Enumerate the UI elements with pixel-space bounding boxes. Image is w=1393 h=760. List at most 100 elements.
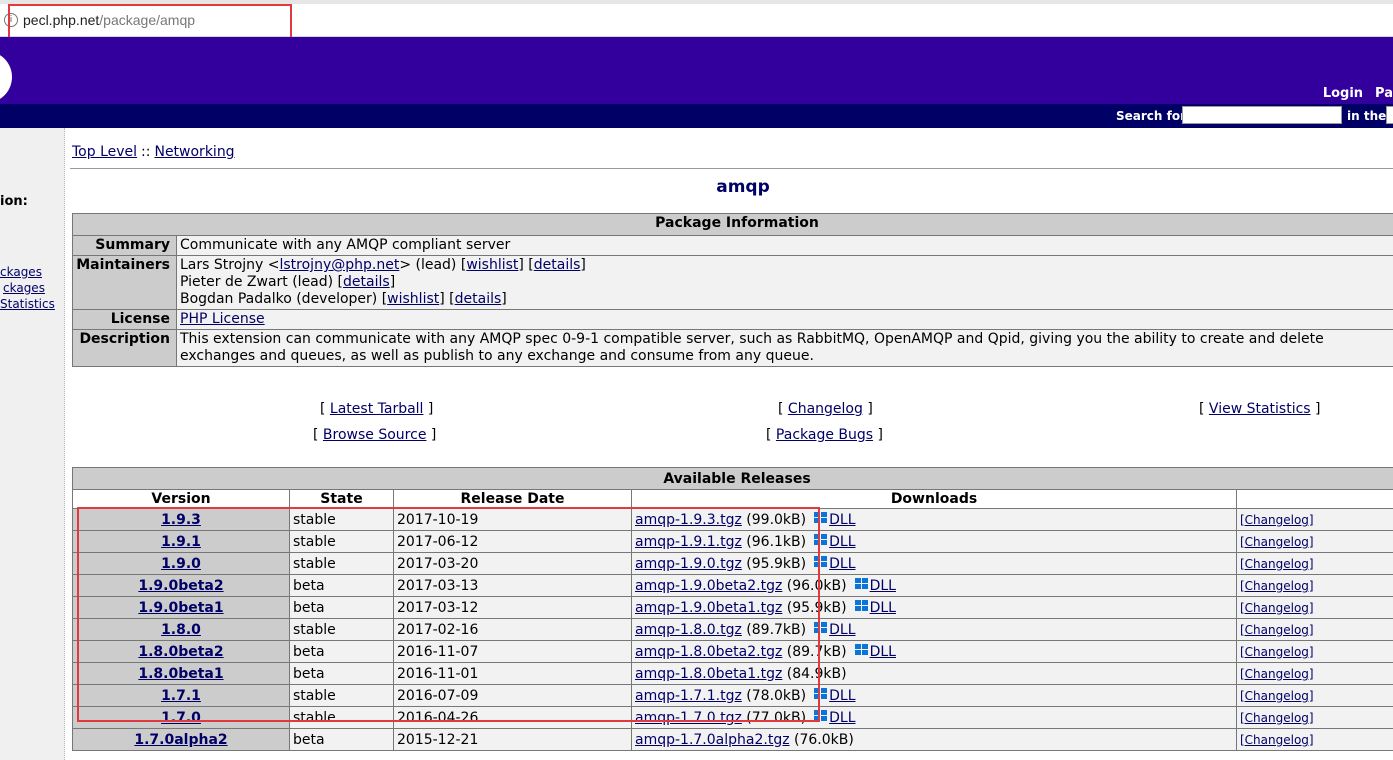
latest-tarball-link[interactable]: Latest Tarball [330,401,424,417]
column-header-state: State [289,489,394,509]
tarball-link[interactable]: amqp-1.8.0beta1.tgz [635,666,782,682]
version-link[interactable]: 1.9.0beta2 [138,578,223,594]
release-downloads: amqp-1.9.3.tgz (99.0kB) DLL [631,508,1237,531]
view-statistics-group: [ View Statistics ] [1199,401,1321,417]
bracket-text: ] [580,257,586,273]
view-statistics-link[interactable]: View Statistics [1209,401,1311,417]
wishlist-link[interactable]: wishlist [387,291,439,307]
windows-icon [814,555,828,569]
package-info-heading: Package Information [72,213,1393,236]
release-state: beta [289,574,394,597]
search-scope-label: in the [1347,109,1387,123]
dll-link[interactable]: DLL [870,578,896,594]
changelog-row-link[interactable]: [Changelog] [1240,667,1314,681]
user-links: Login Pa [1311,86,1393,101]
file-size: (89.7kB) [786,643,847,660]
breadcrumb-networking[interactable]: Networking [154,144,234,160]
changelog-row-link[interactable]: [Changelog] [1240,513,1314,527]
changelog-row-link[interactable]: [Changelog] [1240,711,1314,725]
tarball-link[interactable]: amqp-1.9.0.tgz [635,556,742,572]
search-input[interactable] [1182,106,1342,124]
dll-link[interactable]: DLL [829,556,855,572]
tarball-link[interactable]: amqp-1.8.0.tgz [635,622,742,638]
maintainer-row: Lars Strojny <lstrojny@php.net> (lead) [… [180,257,1393,274]
tarball-link[interactable]: amqp-1.9.0beta1.tgz [635,600,782,616]
changelog-group: [ Changelog ] [778,401,873,417]
table-row: 1.8.0beta1 beta 2016-11-01 amqp-1.8.0beta1.… [72,662,1393,685]
changelog-row-link[interactable]: [Changelog] [1240,535,1314,549]
file-size: (76.0kB) [794,731,854,748]
pecl-logo[interactable] [0,51,12,103]
changelog-row-link[interactable]: [Changelog] [1240,733,1314,747]
tarball-link[interactable]: amqp-1.7.1.tgz [635,688,742,704]
tarball-link[interactable]: amqp-1.7.0alpha2.tgz [635,732,790,748]
file-size: (96.0kB) [786,577,847,594]
dll-link[interactable]: DLL [829,622,855,638]
maintainer-email-link[interactable]: lstrojny@php.net [280,257,400,273]
table-row: 1.8.0 stable 2017-02-16 amqp-1.8.0.tgz (89.… [72,618,1393,641]
tarball-link[interactable]: amqp-1.9.1.tgz [635,534,742,550]
dll-link[interactable]: DLL [870,644,896,660]
release-date: 2017-03-12 [393,596,632,619]
sidebar-link-statistics[interactable]: Statistics [0,297,55,311]
maintainer-name: Pieter de Zwart (lead) [ [180,274,344,290]
release-date: 2017-10-19 [393,508,632,531]
breadcrumb-top-level[interactable]: Top Level [72,144,137,160]
changelog-row-link[interactable]: [Changelog] [1240,623,1314,637]
bracket-text: [ [313,427,319,443]
package-bugs-link[interactable]: Package Bugs [776,427,873,443]
version-link[interactable]: 1.7.1 [161,688,201,704]
release-downloads: amqp-1.7.0.tgz (77.0kB) DLL [631,706,1237,729]
login-link[interactable]: Login [1323,86,1363,101]
sidebar: ion: ckages ckages Statistics [0,128,65,760]
header-link-partial[interactable]: Pa [1375,86,1393,101]
tarball-link[interactable]: amqp-1.8.0beta2.tgz [635,644,782,660]
version-link[interactable]: 1.8.0 [161,622,201,638]
version-link[interactable]: 1.9.0 [161,556,201,572]
release-state: stable [289,618,394,641]
release-downloads: amqp-1.7.1.tgz (78.0kB) DLL [631,684,1237,707]
release-downloads: amqp-1.9.0.tgz (95.9kB) DLL [631,552,1237,575]
release-version: 1.9.3 [72,508,290,531]
changelog-row-link[interactable]: [Changelog] [1240,557,1314,571]
version-link[interactable]: 1.7.0alpha2 [134,732,227,748]
version-link[interactable]: 1.7.0 [161,710,201,726]
search-scope-select[interactable] [1386,106,1393,124]
tarball-link[interactable]: amqp-1.7.0.tgz [635,710,742,726]
release-downloads: amqp-1.7.0alpha2.tgz (76.0kB) [631,728,1237,751]
version-link[interactable]: 1.8.0beta2 [138,644,223,660]
release-state: beta [289,728,394,751]
version-link[interactable]: 1.9.1 [161,534,201,550]
tarball-link[interactable]: amqp-1.9.0beta2.tgz [635,578,782,594]
tarball-link[interactable]: amqp-1.9.3.tgz [635,512,742,528]
bracket-text: ] [430,427,437,443]
bracket-text: ] [1315,401,1321,417]
maintainer-name: Lars Strojny < [180,257,280,273]
dll-link[interactable]: DLL [829,710,855,726]
changelog-row-link[interactable]: [Changelog] [1240,579,1314,593]
browse-source-link[interactable]: Browse Source [323,427,427,443]
dll-link[interactable]: DLL [870,600,896,616]
license-link[interactable]: PHP License [180,311,265,327]
dll-link[interactable]: DLL [829,534,855,550]
sidebar-link-packages-2[interactable]: ckages [3,281,45,295]
dll-link[interactable]: DLL [829,512,855,528]
release-date: 2016-11-01 [393,662,632,685]
column-header-version: Version [72,489,290,509]
dll-link[interactable]: DLL [829,688,855,704]
changelog-row-link[interactable]: [Changelog] [1240,601,1314,615]
wishlist-link[interactable]: wishlist [466,257,518,273]
version-link[interactable]: 1.8.0beta1 [138,666,223,682]
release-changelog: [Changelog] [1236,684,1393,707]
changelog-row-link[interactable]: [Changelog] [1240,645,1314,659]
bracket-text: [ [1199,401,1205,417]
windows-icon [854,643,869,657]
changelog-row-link[interactable]: [Changelog] [1240,689,1314,703]
details-link[interactable]: details [455,291,502,307]
details-link[interactable]: details [534,257,581,273]
details-link[interactable]: details [343,274,390,290]
version-link[interactable]: 1.9.0beta1 [138,600,223,616]
sidebar-link-packages-1[interactable]: ckages [0,265,42,279]
changelog-link[interactable]: Changelog [788,401,863,417]
version-link[interactable]: 1.9.3 [161,512,201,528]
